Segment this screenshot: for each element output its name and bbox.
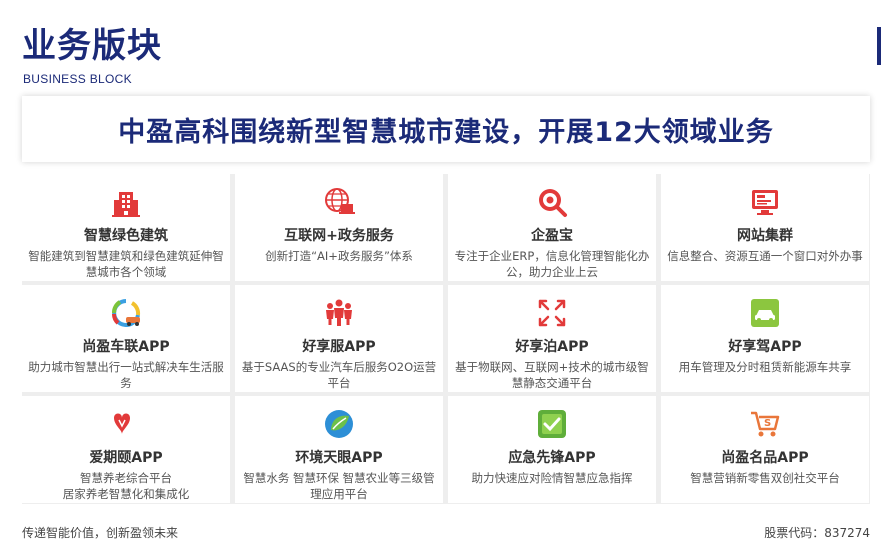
card-desc: 智慧水务 智慧环保 智慧农业等三级管理应用平台 bbox=[243, 471, 435, 501]
card-qiyingbao[interactable]: 企盈宝 专注于企业ERP，信息化管理智能化办公，助力企业上云 bbox=[448, 174, 656, 281]
card-title: 互联网+政务服务 bbox=[284, 228, 394, 244]
card-desc: 基于物联网、互联网+技术的城市级智慧静态交通平台 bbox=[455, 360, 649, 390]
card-desc: 助力城市智慧出行一站式解决车生活服务 bbox=[28, 360, 224, 390]
card-haoxiangbo[interactable]: 好享泊APP 基于物联网、互联网+技术的城市级智慧静态交通平台 bbox=[448, 285, 656, 392]
card-desc: 用车管理及分时租赁新能源车共享 bbox=[678, 360, 852, 374]
card-aiqiyi[interactable]: 爱期颐APP 智慧养老综合平台 居家养老智慧化和集成化 bbox=[22, 396, 230, 503]
monitor-icon bbox=[752, 190, 778, 215]
headline-banner: 中盈高科围绕新型智慧城市建设，开展12大领域业务 bbox=[22, 96, 870, 162]
building-icon bbox=[112, 192, 140, 217]
people-icon bbox=[326, 299, 352, 326]
card-shangying-car[interactable]: 尚盈车联APP 助力城市智慧出行一站式解决车生活服务 bbox=[22, 285, 230, 392]
card-desc: 专注于企业ERP，信息化管理智能化办公，助力企业上云 bbox=[454, 249, 650, 279]
card-title: 爱期颐APP bbox=[89, 450, 163, 466]
card-desc: 智能建筑到智慧建筑和绿色建筑延伸智慧城市各个领域 bbox=[28, 249, 224, 279]
card-desc: 基于SAAS的专业汽车后服务O2O运营平台 bbox=[241, 360, 437, 390]
card-desc: 创新打造“AI+政务服务”体系 bbox=[265, 249, 413, 263]
card-shangying-mingpin[interactable]: S 尚盈名品APP 智慧营销新零售双创社交平台 bbox=[661, 396, 869, 503]
card-haoxiangfu[interactable]: 好享服APP 基于SAAS的专业汽车后服务O2O运营平台 bbox=[235, 285, 443, 392]
card-desc: 信息整合、资源互通一个窗口对外办事 bbox=[667, 249, 863, 263]
card-desc: 智慧养老综合平台 居家养老智慧化和集成化 bbox=[62, 471, 190, 501]
card-title: 好享驾APP bbox=[728, 339, 802, 355]
card-haoxiangjia[interactable]: 好享驾APP 用车管理及分时租赁新能源车共享 bbox=[661, 285, 869, 392]
shopping-cart-icon: S bbox=[751, 411, 780, 437]
card-website-cluster[interactable]: 网站集群 信息整合、资源互通一个窗口对外办事 bbox=[661, 174, 869, 281]
footer-stock-code: 股票代码：837274 bbox=[764, 526, 870, 540]
target-search-icon bbox=[539, 189, 567, 217]
svg-text:S: S bbox=[764, 418, 771, 429]
card-green-building[interactable]: 智慧绿色建筑 智能建筑到智慧建筑和绿色建筑延伸智慧城市各个领域 bbox=[22, 174, 230, 281]
card-title: 好享泊APP bbox=[515, 339, 589, 355]
business-grid: 智慧绿色建筑 智能建筑到智慧建筑和绿色建筑延伸智慧城市各个领域 互联网+政务服务… bbox=[22, 174, 870, 504]
card-huanjing-tianyan[interactable]: 环境天眼APP 智慧水务 智慧环保 智慧农业等三级管理应用平台 bbox=[235, 396, 443, 503]
green-car-icon bbox=[751, 299, 779, 327]
card-title: 尚盈车联APP bbox=[82, 339, 170, 355]
card-yingji[interactable]: 应急先锋APP 助力快速应对险情智慧应急指挥 bbox=[448, 396, 656, 503]
earth-leaf-icon bbox=[325, 410, 353, 438]
card-desc: 助力快速应对险情智慧应急指挥 bbox=[471, 471, 633, 485]
card-title: 网站集群 bbox=[737, 228, 793, 244]
footer-slogan: 传递智能价值，创新盈领未来 bbox=[22, 526, 179, 540]
card-title: 好享服APP bbox=[302, 339, 376, 355]
aiqiyi-logo-icon bbox=[114, 413, 130, 434]
card-title: 企盈宝 bbox=[531, 228, 573, 244]
parking-arrows-icon bbox=[538, 299, 566, 327]
card-title: 尚盈名品APP bbox=[721, 450, 809, 466]
card-title: 应急先锋APP bbox=[508, 450, 596, 466]
card-title: 环境天眼APP bbox=[295, 450, 383, 466]
page-title: 业务版块 bbox=[22, 26, 162, 66]
car-app-icon bbox=[111, 299, 141, 327]
accent-bar bbox=[877, 27, 881, 65]
card-internet-gov[interactable]: 互联网+政务服务 创新打造“AI+政务服务”体系 bbox=[235, 174, 443, 281]
check-app-icon bbox=[538, 410, 566, 438]
page-subtitle: BUSINESS BLOCK bbox=[23, 72, 132, 86]
globe-laptop-icon bbox=[325, 188, 355, 214]
card-desc: 智慧营销新零售双创社交平台 bbox=[690, 471, 840, 485]
card-title: 智慧绿色建筑 bbox=[84, 228, 168, 244]
